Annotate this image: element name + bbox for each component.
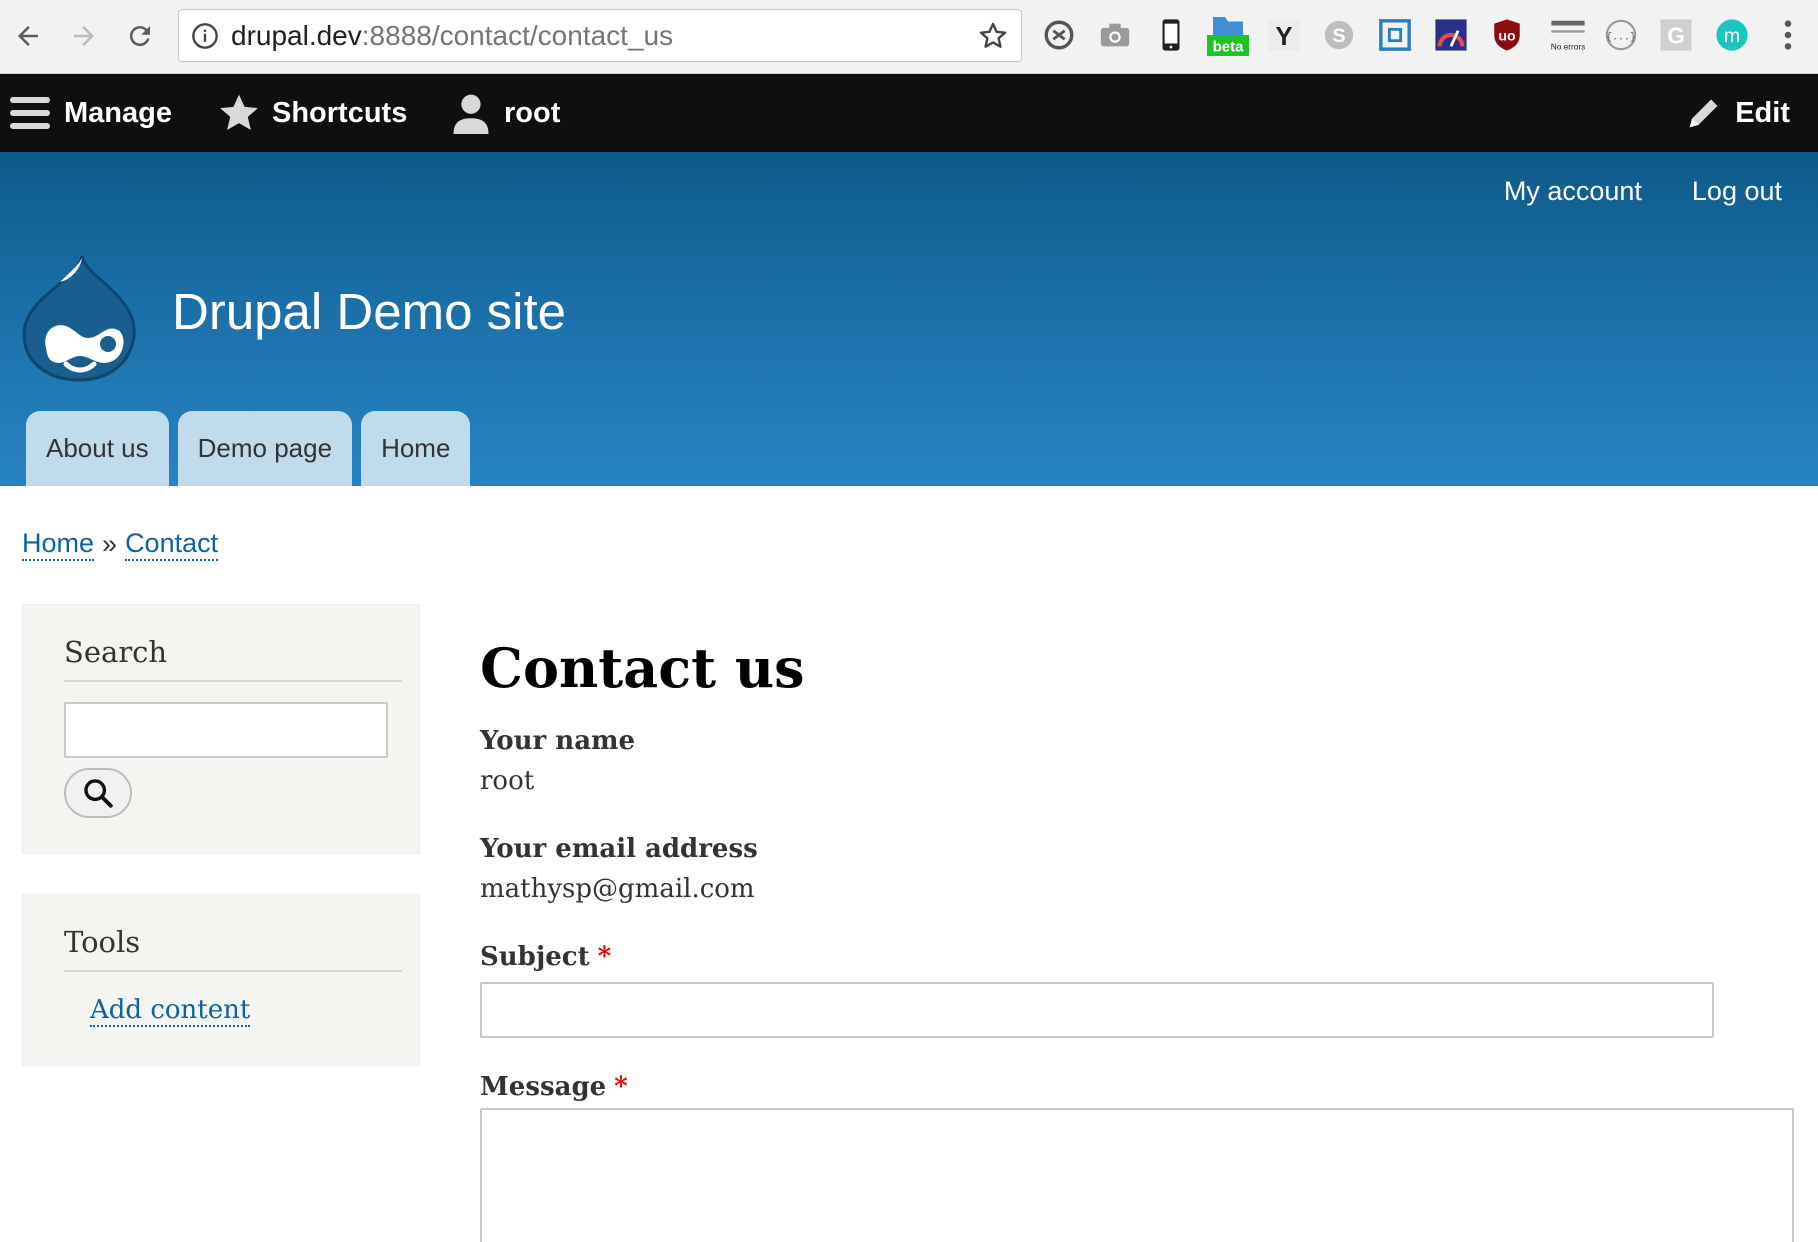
star-icon xyxy=(220,94,258,130)
message-required-marker: * xyxy=(614,1072,628,1102)
subject-label: Subject * xyxy=(480,942,611,972)
browser-menu-icon[interactable] xyxy=(1770,17,1806,53)
name-value: root xyxy=(480,766,535,796)
subject-input[interactable] xyxy=(480,982,1714,1038)
browser-chrome: drupal.dev:8888/contact/contact_us beta … xyxy=(0,0,1818,74)
email-label: Your email address xyxy=(480,834,758,864)
toolbar-shortcuts[interactable]: Shortcuts xyxy=(218,74,407,152)
site-header: My account Log out Drupal Demo site Abou… xyxy=(0,152,1818,486)
admin-toolbar: Manage Shortcuts root Edit xyxy=(0,74,1818,152)
beta-badge-text: beta xyxy=(1213,39,1245,56)
reload-icon xyxy=(129,26,150,47)
m-avatar-icon[interactable]: m xyxy=(1714,17,1750,53)
main-menu-about-us[interactable]: About us xyxy=(26,411,169,486)
pencil-icon xyxy=(1689,99,1718,128)
ublock-icon[interactable]: uo xyxy=(1489,17,1525,53)
svg-text:uo: uo xyxy=(1498,29,1516,45)
main-menu-home[interactable]: Home xyxy=(361,411,471,486)
tools-block: Tools Add content xyxy=(22,894,420,1066)
url-text: drupal.dev:8888/contact/contact_us xyxy=(231,19,673,53)
name-label: Your name xyxy=(480,726,636,756)
search-block-divider xyxy=(64,680,402,682)
hamburger-icon xyxy=(10,97,50,129)
url-path: :8888/contact/contact_us xyxy=(361,20,674,51)
svg-text:No errors: No errors xyxy=(1551,41,1586,51)
subject-label-text: Subject xyxy=(480,942,590,972)
json-icon[interactable]: {...} xyxy=(1603,17,1639,53)
add-content-link[interactable]: Add content xyxy=(90,995,251,1027)
info-icon[interactable] xyxy=(191,22,219,50)
toolbar-manage[interactable]: Manage xyxy=(10,74,172,152)
skype-icon[interactable]: S xyxy=(1321,17,1357,53)
forward-arrow-icon xyxy=(74,26,94,46)
url-host: drupal.dev xyxy=(231,20,362,51)
address-bar[interactable]: drupal.dev:8888/contact/contact_us xyxy=(178,9,1022,62)
tools-block-divider xyxy=(64,970,402,972)
search-block: Search xyxy=(22,604,420,854)
subject-required-marker: * xyxy=(597,942,612,972)
toolbar-user-label: root xyxy=(504,96,561,129)
tools-block-title: Tools xyxy=(64,925,141,959)
site-name[interactable]: Drupal Demo site xyxy=(172,282,566,341)
beta-folder-icon[interactable]: beta xyxy=(1204,17,1252,56)
page-title: Contact us xyxy=(480,636,805,700)
frame-icon[interactable] xyxy=(1377,17,1413,53)
mobile-phone-icon[interactable] xyxy=(1153,17,1189,53)
svg-text:{...}: {...} xyxy=(1606,31,1636,42)
reload-button[interactable] xyxy=(118,14,162,58)
search-icon xyxy=(84,779,113,808)
breadcrumb-contact[interactable]: Contact xyxy=(125,528,219,561)
sync-icon[interactable] xyxy=(1041,17,1077,53)
no-errors-icon[interactable]: No errors xyxy=(1544,17,1592,53)
speed-meter-icon[interactable] xyxy=(1433,17,1469,53)
search-input[interactable] xyxy=(64,702,388,758)
breadcrumb-home[interactable]: Home xyxy=(22,528,95,561)
back-arrow-icon xyxy=(18,26,38,46)
search-button[interactable] xyxy=(64,768,132,818)
camera-icon[interactable] xyxy=(1097,17,1133,53)
forward-button[interactable] xyxy=(62,14,106,58)
toolbar-manage-label: Manage xyxy=(64,96,172,129)
yslow-icon[interactable]: Y xyxy=(1266,17,1302,53)
toolbar-shortcuts-label: Shortcuts xyxy=(272,96,408,129)
breadcrumb: Home » Contact xyxy=(22,528,219,561)
search-block-title: Search xyxy=(64,635,168,669)
message-label-text: Message xyxy=(480,1072,607,1102)
back-button[interactable] xyxy=(6,14,50,58)
main-menu: About us Demo page Home xyxy=(26,411,471,486)
email-value: mathysp@gmail.com xyxy=(480,874,755,904)
breadcrumb-separator: » xyxy=(102,529,118,559)
message-textarea[interactable] xyxy=(480,1108,1794,1242)
main-menu-demo-page[interactable]: Demo page xyxy=(177,411,353,486)
svg-text:m: m xyxy=(1724,25,1741,47)
log-out-link[interactable]: Log out xyxy=(1692,176,1782,207)
svg-text:S: S xyxy=(1332,25,1345,47)
user-icon xyxy=(453,94,489,134)
bookmark-star-icon[interactable] xyxy=(977,20,1009,52)
account-menu: My account Log out xyxy=(1504,176,1782,207)
g-icon[interactable]: G xyxy=(1658,17,1694,53)
drupal-logo-icon[interactable] xyxy=(20,252,138,384)
toolbar-edit[interactable]: Edit xyxy=(1685,74,1790,152)
svg-text:G: G xyxy=(1667,23,1685,49)
message-label: Message * xyxy=(480,1072,628,1102)
toolbar-edit-label: Edit xyxy=(1735,96,1790,129)
my-account-link[interactable]: My account xyxy=(1504,176,1642,207)
toolbar-user[interactable]: root xyxy=(450,74,560,152)
svg-text:Y: Y xyxy=(1275,23,1292,51)
